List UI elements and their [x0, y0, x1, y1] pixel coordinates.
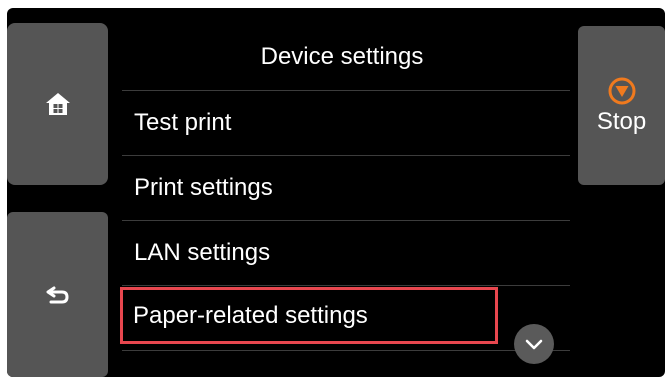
menu-item-label: Print settings: [134, 174, 273, 201]
chevron-down-icon: [525, 339, 543, 350]
menu-item-label: LAN settings: [134, 239, 271, 266]
device-panel: Stop Device settings Test print Print se…: [7, 8, 665, 377]
back-icon: [46, 286, 69, 303]
menu-item-paper-related-settings[interactable]: Paper-related settings: [120, 287, 498, 344]
divider: [122, 350, 570, 351]
menu-item-label: Test print: [134, 109, 232, 136]
scroll-down-button[interactable]: [514, 324, 554, 364]
menu-item-label: Paper-related settings: [133, 301, 368, 329]
stop-button[interactable]: Stop: [578, 26, 665, 185]
back-button[interactable]: [7, 212, 108, 377]
divider: [122, 285, 570, 286]
home-icon: [45, 93, 70, 115]
stop-icon: [608, 77, 635, 104]
stop-label: Stop: [596, 107, 647, 135]
menu-item-print-settings[interactable]: Print settings: [122, 156, 570, 220]
printer-touch-screen: Stop Device settings Test print Print se…: [0, 0, 672, 385]
home-button[interactable]: [7, 23, 108, 185]
menu-item-lan-settings[interactable]: LAN settings: [122, 221, 570, 285]
page-title: Device settings: [260, 43, 424, 70]
menu-item-test-print[interactable]: Test print: [122, 91, 570, 155]
